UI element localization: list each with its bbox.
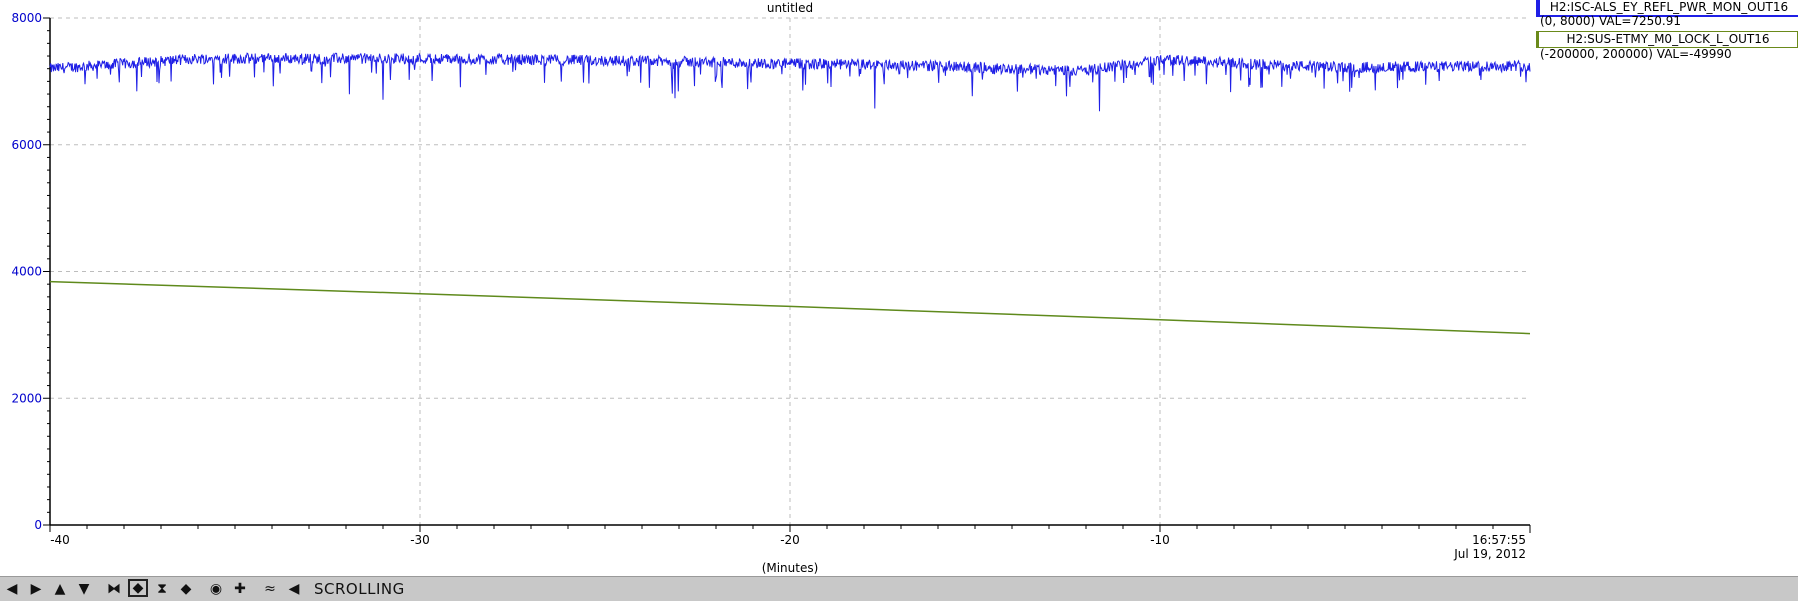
y-tick-label: 2000: [11, 391, 42, 405]
zoom-out-y-icon[interactable]: ◆: [176, 580, 196, 598]
step-back-icon[interactable]: ◀: [284, 580, 304, 598]
x-axis-label: (Minutes): [762, 561, 819, 575]
toolbar: ◀ ▶ ▲ ▼ ⧓ ◆ ⧗ ◆ ◉ ✚ ≈ ◀ SCROLLING: [0, 576, 1798, 601]
scroll-left-icon[interactable]: ◀: [2, 580, 22, 598]
axes: [43, 17, 1531, 533]
x-tick-label: -10: [1150, 533, 1170, 547]
zoom-out-x-icon[interactable]: ◆: [128, 579, 148, 597]
end-date-label: Jul 19, 2012: [1453, 547, 1526, 561]
chart-plot: 0 2000 4000 6000 8000 -40 -30 -20 -10 16:57:55Jul…: [11, 1, 1531, 575]
chart-title: untitled: [767, 1, 813, 15]
y-tick-label: 0: [34, 518, 42, 532]
autoscale-icon[interactable]: ≈: [260, 580, 280, 598]
x-tick-label: -20: [780, 533, 800, 547]
zoom-in-x-icon[interactable]: ⧓: [104, 580, 124, 598]
legend-series-range: (0, 8000) VAL=7250.91: [1540, 14, 1681, 28]
end-time-label: 16:57:55: [1472, 533, 1526, 547]
scroll-up-icon[interactable]: ▲: [50, 580, 70, 598]
x-tick-label: -30: [410, 533, 430, 547]
y-tick-label: 6000: [11, 138, 42, 152]
mode-status: SCROLLING: [314, 580, 405, 598]
scroll-down-icon[interactable]: ▼: [74, 580, 94, 598]
legend-series-range: (-200000, 200000) VAL=-49990: [1540, 47, 1732, 61]
x-tick-label: -40: [50, 533, 70, 547]
grid-lines: [50, 17, 1530, 525]
zoom-in-y-icon[interactable]: ⧗: [152, 580, 172, 598]
reset-icon[interactable]: ◉: [206, 580, 226, 598]
scroll-right-icon[interactable]: ▶: [26, 580, 46, 598]
legend-series-name: H2:SUS-ETMY_M0_LOCK_L_OUT16: [1536, 31, 1798, 48]
y-tick-label: 8000: [11, 11, 42, 25]
add-icon[interactable]: ✚: [230, 580, 250, 598]
y-tick-label: 4000: [11, 265, 42, 279]
